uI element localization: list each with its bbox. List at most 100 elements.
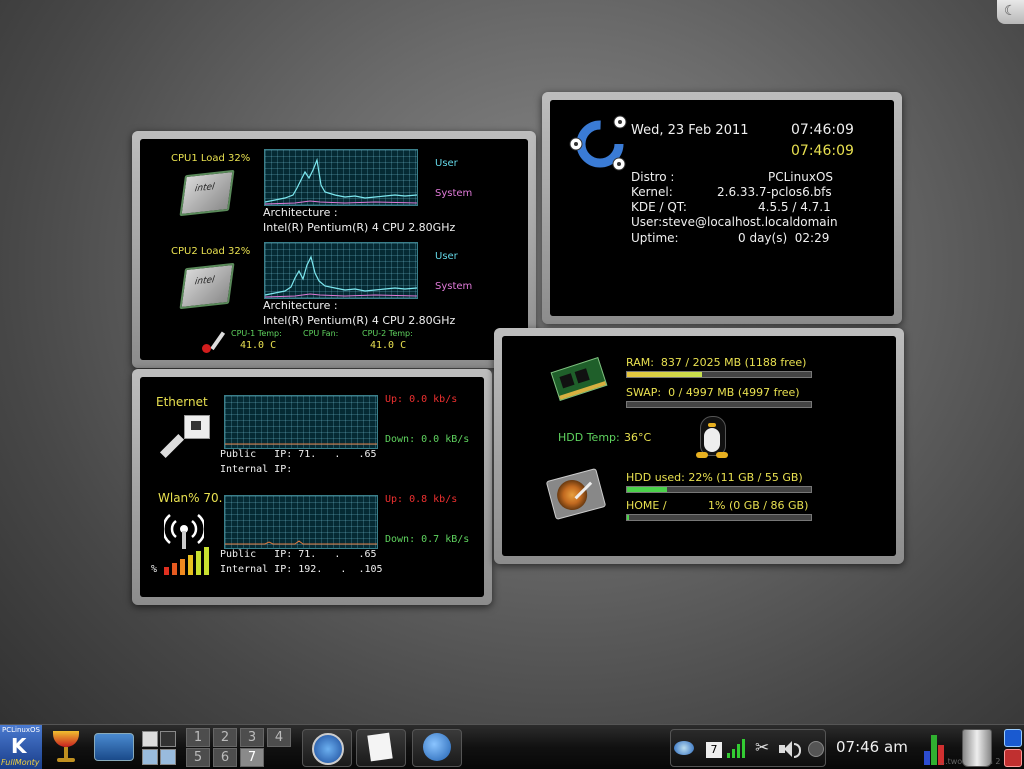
kernel-value: 2.6.33.7-pclos6.bfs <box>717 185 832 199</box>
text-editor-task-button[interactable] <box>356 729 406 767</box>
clock-time-alt: 07:46:09 <box>791 143 854 159</box>
ethernet-plug-icon <box>159 415 210 463</box>
ethernet-download-rate: Down: 0.0 kB/s <box>385 434 470 445</box>
signal-bars-icon[interactable] <box>727 738 747 758</box>
desktop-number-badge[interactable]: 7 <box>706 742 722 758</box>
cpu1-arch-label: Architecture : <box>263 206 338 219</box>
cpu-chip-icon: intel <box>179 262 235 310</box>
hdd-temp-value: 36°C <box>624 431 652 444</box>
ethernet-public-ip: Public IP: 71. . .65 <box>220 449 377 460</box>
ram-usage-text: RAM: 837 / 2025 MB (1188 free) <box>626 356 807 369</box>
wlan-internal-ip: Internal IP: 192. . .105 <box>220 564 383 575</box>
lock-screen-icon[interactable] <box>1004 729 1022 747</box>
wlan-download-rate: Down: 0.7 kB/s <box>385 534 470 545</box>
taskbar: PCLinuxOS K FullMonty 1 2 3 4 5 6 7 7 ✂ … <box>0 724 1024 769</box>
hard-disk-icon <box>545 467 607 521</box>
show-desktop-button[interactable] <box>94 733 134 761</box>
ram-usage-bar <box>626 371 812 378</box>
home-usage-fill <box>627 515 629 520</box>
cpu1-user-legend: User <box>435 158 458 169</box>
trash-can-icon[interactable] <box>962 729 992 767</box>
kde-logo-icon: K <box>11 734 27 758</box>
hdd-usage-bar <box>626 486 812 493</box>
kernel-label: Kernel: <box>631 185 673 199</box>
pager-desktop-7[interactable]: 7 <box>240 748 264 767</box>
window-list-icon[interactable] <box>140 729 180 765</box>
clock-time: 07:46:09 <box>791 122 854 138</box>
cpu1-system-legend: System <box>435 188 473 199</box>
pager-desktop-5[interactable]: 5 <box>186 748 210 767</box>
home-usage-bar <box>626 514 812 521</box>
ethernet-internal-ip: Internal IP: <box>220 464 293 475</box>
memory-disk-widget: RAM: 837 / 2025 MB (1188 free) SWAP: 0 /… <box>494 328 904 564</box>
ram-usage-fill <box>627 372 703 377</box>
desktop-toolbox-button[interactable]: ☾ <box>997 0 1024 24</box>
cpu2-arch-value: Intel(R) Pentium(R) 4 CPU 2.80GHz <box>263 314 456 327</box>
cpu-fan-label: CPU Fan: <box>303 329 339 338</box>
tools-icon <box>312 733 344 765</box>
thunderbird-task-button[interactable] <box>412 729 462 767</box>
cpu2-temp-value: 41.0 C <box>370 340 407 351</box>
tray-expand-arrow-icon[interactable] <box>808 741 824 757</box>
wlan-upload-rate: Up: 0.8 kb/s <box>385 494 458 505</box>
thunderbird-icon <box>423 733 451 761</box>
home-usage-text: 1% (0 GB / 86 GB) <box>708 499 809 512</box>
pager-desktop-2[interactable]: 2 <box>213 728 237 747</box>
signal-strength-icon <box>164 547 212 575</box>
user-host-text: User:steve@localhost.localdomain <box>631 215 838 229</box>
moon-icon: ☾ <box>1004 3 1017 19</box>
application-launcher-button[interactable]: PCLinuxOS K FullMonty <box>0 725 42 769</box>
cpu2-load-graph <box>264 242 418 299</box>
cpu-monitor-widget: CPU1 Load 32% intel User System Architec… <box>132 131 536 368</box>
wlan-public-ip: Public IP: 71. . .65 <box>220 549 377 560</box>
network-manager-icon[interactable] <box>674 741 694 755</box>
cocktail-app-icon[interactable] <box>49 729 83 765</box>
distro-label: Distro : <box>631 170 675 184</box>
cpu2-system-legend: System <box>435 281 473 292</box>
distro-value: PCLinuxOS <box>768 170 834 184</box>
ethernet-upload-rate: Up: 0.0 kb/s <box>385 394 458 405</box>
logout-icon[interactable] <box>1004 749 1022 767</box>
network-monitor-widget: Ethernet Up: 0.0 kb/s Down: 0.0 kB/s Pub… <box>132 369 492 605</box>
ethernet-traffic-graph <box>224 395 378 449</box>
hdd-temp-label: HDD Temp: <box>558 431 620 444</box>
system-tools-task-button[interactable] <box>302 729 352 767</box>
volume-icon[interactable] <box>779 740 801 758</box>
pager-desktop-1[interactable]: 1 <box>186 728 210 747</box>
signal-percent-prefix: % <box>151 564 158 575</box>
cpu2-user-legend: User <box>435 251 458 262</box>
virtual-desktop-pager: 1 2 3 4 5 6 7 <box>186 728 292 767</box>
swap-usage-bar <box>626 401 812 408</box>
launcher-edition-text: FullMonty <box>1 758 40 767</box>
pager-desktop-6[interactable]: 6 <box>213 748 237 767</box>
cpu1-temp-value: 41.0 C <box>240 340 277 351</box>
kde-qt-label: KDE / QT: <box>631 200 687 214</box>
cpu2-arch-label: Architecture : <box>263 299 338 312</box>
wlan-title: Wlan% 70. <box>158 491 223 505</box>
cpu2-load-label: CPU2 Load 32% <box>171 246 251 257</box>
cpu1-arch-value: Intel(R) Pentium(R) 4 CPU 2.80GHz <box>263 221 456 234</box>
uptime-value: 0 day(s) 02:29 <box>738 231 830 245</box>
wireless-antenna-icon <box>162 511 206 551</box>
hdd-used-text: HDD used: 22% (11 GB / 55 GB) <box>626 471 803 484</box>
ram-module-icon <box>550 357 608 401</box>
cpu1-temp-label: CPU-1 Temp: <box>231 329 282 338</box>
date-text: Wed, 23 Feb 2011 <box>631 123 749 138</box>
notepad-pencil-icon <box>367 732 393 762</box>
wlan-traffic-graph <box>224 495 378 549</box>
kde-gear-logo-icon <box>564 112 634 176</box>
cpu1-load-graph <box>264 149 418 206</box>
pager-desktop-4[interactable]: 4 <box>267 728 291 747</box>
kde-qt-value: 4.5.5 / 4.7.1 <box>758 200 831 214</box>
swap-usage-text: SWAP: 0 / 4997 MB (4997 free) <box>626 386 800 399</box>
ethernet-title: Ethernet <box>156 395 208 409</box>
scissors-clipboard-icon[interactable]: ✂ <box>755 738 769 758</box>
launcher-brand-text: PCLinuxOS <box>2 726 40 734</box>
system-info-widget: Wed, 23 Feb 2011 07:46:09 07:46:09 Distr… <box>542 92 902 324</box>
thermometer-icon <box>198 329 226 355</box>
uptime-label: Uptime: <box>631 231 679 245</box>
taskbar-clock[interactable]: 07:46 am <box>836 738 908 756</box>
home-label: HOME / <box>626 499 667 512</box>
system-tray: 7 ✂ <box>670 729 826 767</box>
pager-desktop-3[interactable]: 3 <box>240 728 264 747</box>
